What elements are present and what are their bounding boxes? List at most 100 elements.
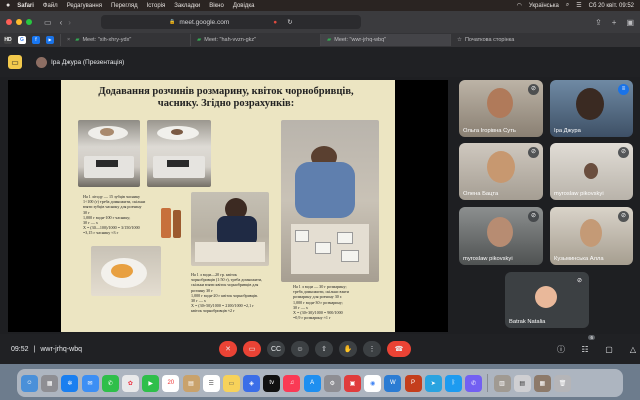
- contacts-icon[interactable]: ▤: [182, 374, 200, 392]
- photo-scale-garlic: [78, 120, 140, 187]
- camera-indicator-icon[interactable]: ●: [273, 19, 277, 26]
- new-tab-icon[interactable]: +: [612, 18, 617, 27]
- notes-icon[interactable]: ▭: [222, 374, 240, 392]
- messages-icon[interactable]: ✆: [101, 374, 119, 392]
- recent-item-3-icon[interactable]: ▦: [533, 374, 551, 392]
- word-icon[interactable]: W: [384, 374, 402, 392]
- mic-off-icon: ⊘: [528, 211, 539, 222]
- calc-garlic-text: На 1 літоду — 15 зубців часнику 1÷100 (г…: [83, 194, 146, 236]
- input-source[interactable]: Українська: [529, 3, 559, 9]
- address-bar[interactable]: 🔒 meet.google.com ● ↻: [100, 15, 361, 29]
- favorite-google-icon[interactable]: G: [18, 36, 26, 44]
- raise-hand-button[interactable]: ✋: [339, 341, 357, 357]
- tv-icon[interactable]: tv: [263, 374, 281, 392]
- share-icon[interactable]: ⇪: [595, 18, 602, 27]
- music-icon[interactable]: ♫: [283, 374, 301, 392]
- tab-label: Meet: "hah-vvzn-gkz": [204, 37, 257, 43]
- favorite-hd-icon[interactable]: HD: [4, 36, 12, 44]
- trash-icon[interactable]: 🗑: [554, 374, 572, 392]
- tab-overview-icon[interactable]: ▣: [626, 18, 634, 27]
- emoji-icon: ☺: [296, 345, 304, 353]
- fullscreen-window-button[interactable]: [26, 19, 32, 25]
- recent-item-1-icon[interactable]: ▥: [493, 374, 511, 392]
- captions-button[interactable]: CC: [267, 341, 285, 357]
- mic-toggle-button[interactable]: ✕: [219, 341, 237, 357]
- forward-icon[interactable]: ›: [68, 18, 71, 27]
- presenter-info: Іра Джура (Презентація): [36, 56, 124, 68]
- chrome-icon[interactable]: ◉: [364, 374, 382, 392]
- participant-tile-6[interactable]: ⊘ Кузьминська Алла: [550, 207, 633, 265]
- minimize-window-button[interactable]: [16, 19, 22, 25]
- menu-window[interactable]: Вікно: [209, 3, 224, 9]
- tab-meet-3-active[interactable]: ▰ Meet: "wwr-jrhq-wbq": [320, 34, 450, 46]
- calendar-icon[interactable]: 20: [162, 374, 180, 392]
- reload-icon[interactable]: ↻: [287, 18, 292, 26]
- apple-icon[interactable]: ●: [6, 2, 10, 9]
- pdf-app-icon[interactable]: ▣: [344, 374, 361, 392]
- favorite-meet-icon[interactable]: ▶: [46, 36, 54, 44]
- present-button[interactable]: ⇧: [315, 341, 333, 357]
- meeting-time: 09:52: [11, 345, 29, 353]
- photo-plate-flowers: [91, 246, 161, 296]
- more-options-button[interactable]: ⋮: [363, 341, 381, 357]
- control-center-icon[interactable]: ☰: [576, 2, 581, 9]
- reminders-icon[interactable]: ☰: [202, 374, 220, 392]
- window-controls: [6, 19, 32, 25]
- finder-icon[interactable]: ☺: [21, 374, 38, 392]
- more-icon: ⋮: [368, 346, 376, 353]
- viber-icon[interactable]: ✆: [465, 374, 483, 392]
- presentation-view: Додавання розчинів розмарину, квіток чор…: [8, 80, 448, 332]
- participant-tile-1[interactable]: ⊘ Ольга Ігорівна Суть: [459, 80, 543, 137]
- chat-button[interactable]: ▢: [601, 341, 617, 357]
- participant-tile-5[interactable]: ⊘ myroslaw pikovskyi: [459, 207, 543, 265]
- participant-tile-2[interactable]: ≡ Іра Джура: [550, 80, 633, 137]
- bluetooth-icon[interactable]: ᛒ: [444, 374, 462, 392]
- participant-tile-4[interactable]: ⊘ myroslaw pikovskyi: [550, 143, 633, 200]
- camera-off-icon: ▭: [248, 346, 256, 353]
- photos-icon[interactable]: ✿: [121, 374, 139, 392]
- telegram-icon[interactable]: ➤: [424, 374, 442, 392]
- meeting-details-button[interactable]: ⓘ: [553, 341, 569, 357]
- menu-view[interactable]: Перегляд: [111, 3, 138, 9]
- favorite-facebook-icon[interactable]: f: [32, 36, 40, 44]
- menu-history[interactable]: Історія: [147, 3, 166, 9]
- close-window-button[interactable]: [6, 19, 12, 25]
- participant-tile-7[interactable]: ⊘ Batrak Natalia: [505, 272, 589, 328]
- tab-start-page[interactable]: ☆ Початкова сторінка: [450, 34, 580, 46]
- macos-menubar: ● Safari Файл Редагування Перегляд Істор…: [0, 0, 640, 11]
- menu-safari[interactable]: Safari: [17, 3, 34, 9]
- participant-tile-3[interactable]: ⊘ Олена Бацта: [459, 143, 543, 200]
- camera-toggle-button[interactable]: ▭: [243, 341, 261, 357]
- menu-help[interactable]: Довідка: [233, 3, 255, 9]
- end-call-button[interactable]: ☎: [387, 341, 411, 357]
- activities-button[interactable]: △: [625, 341, 640, 357]
- safari-icon[interactable]: ✲: [61, 374, 79, 392]
- keynote-icon[interactable]: ◈: [243, 374, 261, 392]
- launchpad-icon[interactable]: ▦: [41, 374, 59, 392]
- search-icon[interactable]: ⌕: [566, 2, 569, 9]
- menu-edit[interactable]: Редагування: [67, 3, 102, 9]
- system-settings-icon[interactable]: ⚙: [323, 374, 341, 392]
- recent-item-2-icon[interactable]: ▤: [513, 374, 531, 392]
- toolbar-right: ⇪ + ▣: [595, 18, 634, 27]
- wifi-icon[interactable]: ◠: [517, 2, 522, 9]
- app-store-icon[interactable]: A: [303, 374, 321, 392]
- emoji-button[interactable]: ☺: [291, 341, 309, 357]
- activities-icon: △: [629, 344, 637, 354]
- sidebar-icon[interactable]: ▭: [44, 18, 52, 27]
- clock[interactable]: Сб 20 квіт. 09:52: [589, 3, 634, 9]
- close-tab-icon[interactable]: ×: [67, 37, 70, 43]
- tabs-bar: HD G f ▶ × ▰ Meet: "xih-xhry-ydx" ▰ Meet…: [0, 33, 640, 47]
- presentation-icon[interactable]: ▭: [8, 55, 22, 69]
- powerpoint-icon[interactable]: P: [404, 374, 422, 392]
- presenter-avatar: [36, 56, 47, 68]
- tab-meet-2[interactable]: ▰ Meet: "hah-vvzn-gkz": [190, 34, 320, 46]
- calc-rosemary-text: На 1 л води — 30 г розмарину; треба домн…: [293, 284, 349, 321]
- menu-file[interactable]: Файл: [43, 3, 58, 9]
- menu-bookmarks[interactable]: Закладки: [174, 3, 200, 9]
- people-button[interactable]: ☷ 6: [577, 335, 595, 357]
- back-icon[interactable]: ‹: [60, 18, 63, 27]
- mail-icon[interactable]: ✉: [81, 374, 99, 392]
- facetime-icon[interactable]: ▶: [142, 374, 160, 392]
- tab-meet-1[interactable]: × ▰ Meet: "xih-xhry-ydx": [60, 34, 190, 46]
